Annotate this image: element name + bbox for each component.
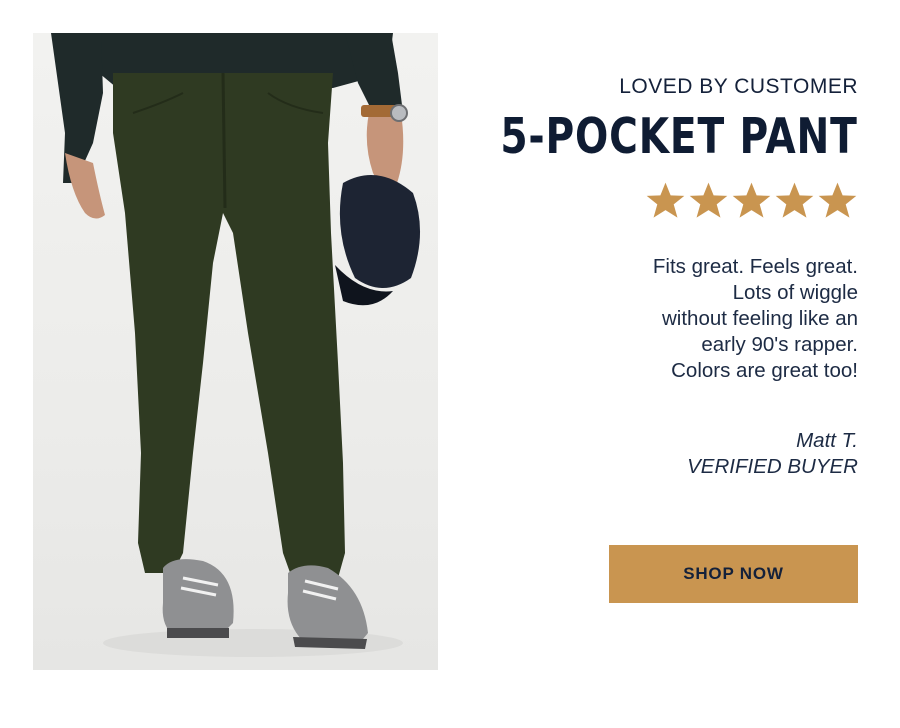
star-icon (818, 182, 857, 218)
author-name: Matt T. (796, 429, 858, 452)
star-icon (775, 182, 814, 218)
eyebrow-text: LOVED BY CUSTOMER (619, 75, 858, 98)
review-quote: Fits great. Feels great. Lots of wiggle … (598, 254, 858, 384)
star-rating (645, 180, 858, 221)
star-icon (689, 182, 728, 218)
star-icon (732, 182, 771, 218)
review-author: Matt T. VERIFIED BUYER (687, 428, 858, 480)
product-title: 5-POCKET PANT (500, 108, 858, 165)
quote-line: Fits great. Feels great. (652, 255, 858, 278)
star-icon (646, 182, 685, 218)
verified-buyer-badge: VERIFIED BUYER (687, 455, 858, 478)
quote-line: Lots of wiggle (732, 281, 858, 304)
model-wearing-pants-image (51, 33, 421, 657)
quote-line: Colors are great too! (671, 359, 858, 382)
shop-now-button[interactable]: SHOP NOW (609, 545, 858, 603)
product-photo (33, 33, 438, 670)
quote-line: early 90's rapper. (701, 333, 858, 356)
quote-line: without feeling like an (661, 307, 858, 330)
